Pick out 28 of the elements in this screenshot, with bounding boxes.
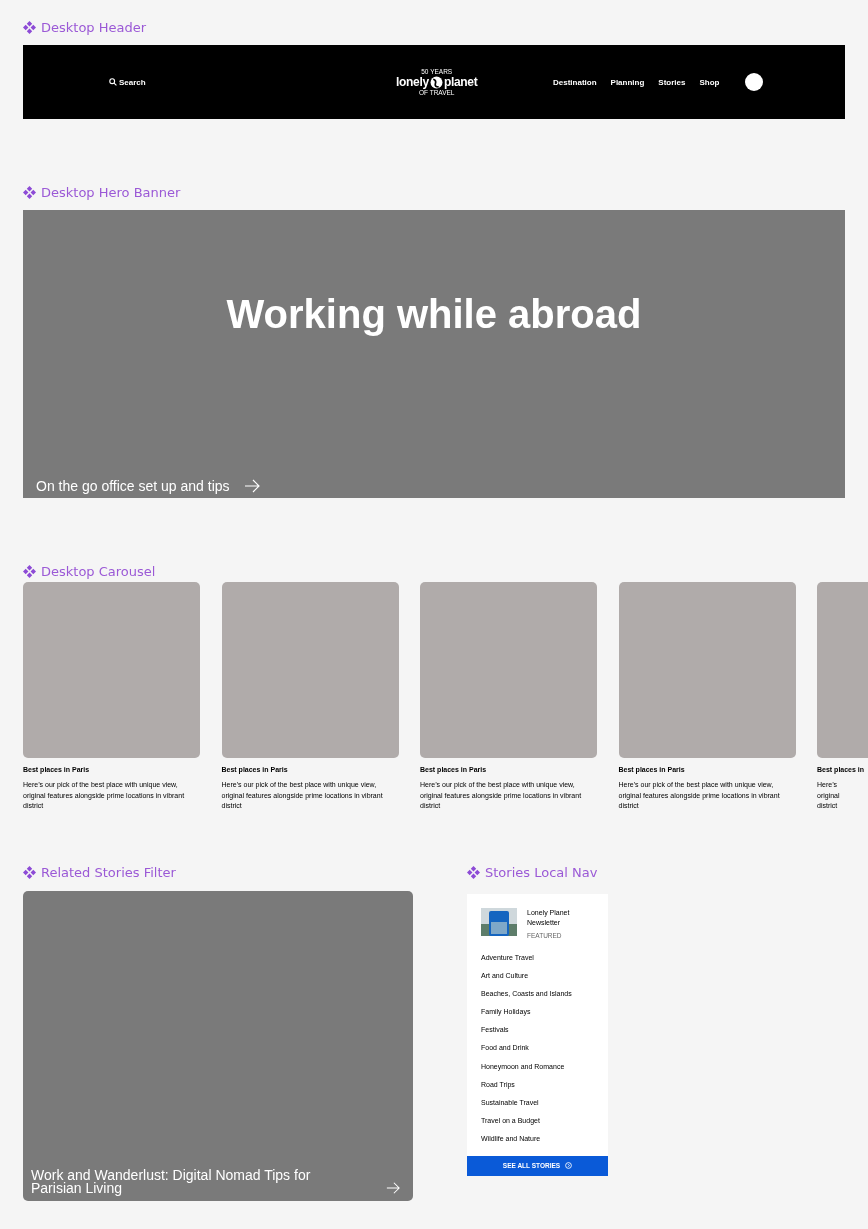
component-icon [467,866,480,879]
section-label: Stories Local Nav [485,865,598,880]
nav-link[interactable]: Destination [553,77,597,87]
nav-link[interactable]: Shop [699,77,720,87]
hero-link[interactable]: On the go office set up and tips [36,478,260,494]
card-image[interactable] [221,582,399,758]
story-card[interactable]: Work and Wanderlust: Digital Nomad Tips for Parisian Living [23,890,413,1201]
section-label: Desktop Carousel [41,563,156,579]
story-title: Work and Wanderlust: Digital Nomad Tips for Parisian Living [31,1168,312,1195]
search-icon [109,78,117,86]
nav-link[interactable]: Stories [658,77,686,87]
arrow-right-icon [386,1180,400,1195]
card-image[interactable] [23,582,200,758]
hero-title: Working while abroad [225,292,643,337]
search-button[interactable]: Search [109,77,146,87]
section-label: Related Stories Filter [41,865,176,880]
arrow-right-icon [243,478,260,494]
nav-link[interactable]: Planning [610,77,645,87]
section-label: Desktop Hero Banner [41,184,181,200]
component-icon [23,20,36,34]
card-image[interactable] [618,582,796,758]
chevron-circle-icon [565,1162,573,1169]
avatar-icon[interactable] [745,73,764,91]
component-icon [23,185,36,199]
card-image[interactable] [420,582,597,758]
section-label: Desktop Header [41,19,147,35]
component-icon [23,866,36,879]
component-icon [23,564,36,578]
